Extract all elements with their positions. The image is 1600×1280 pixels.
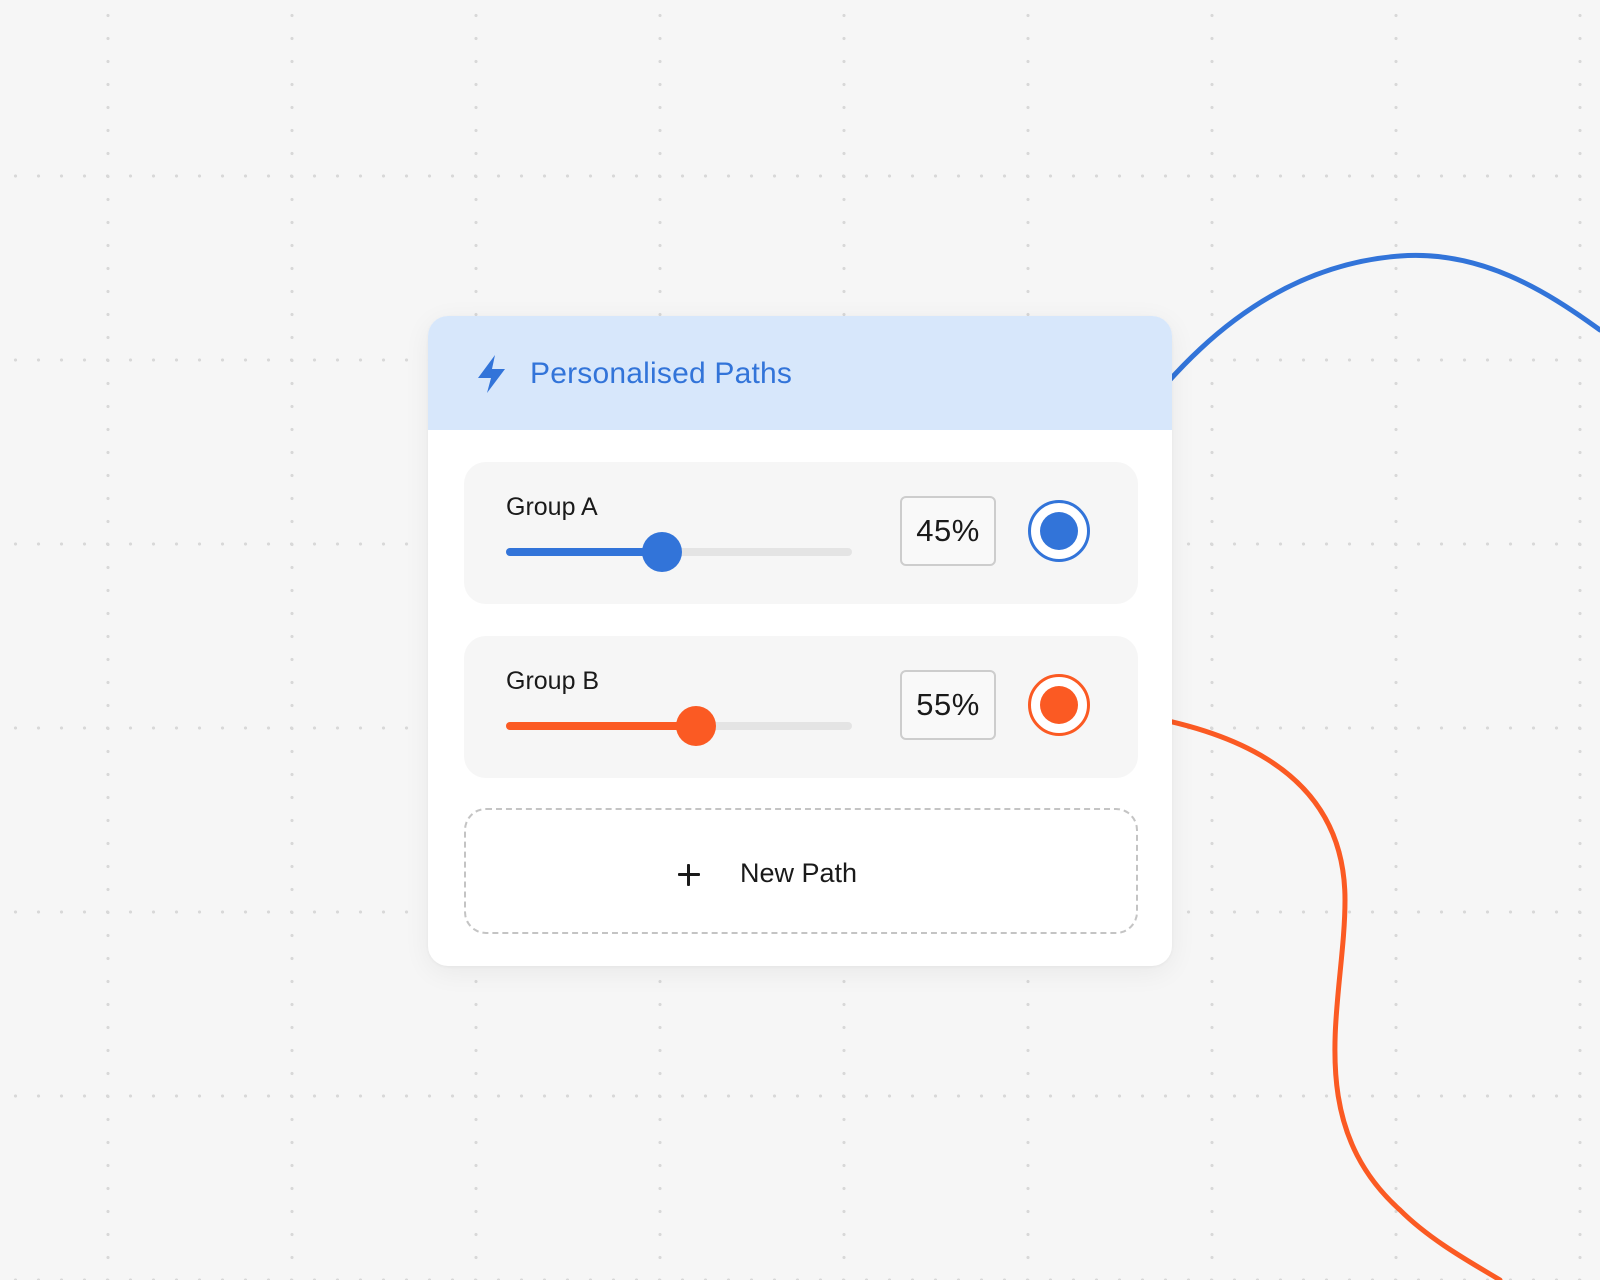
- group-a-output-port[interactable]: [1028, 500, 1090, 562]
- slider-fill: [506, 722, 696, 730]
- group-a-slider[interactable]: [506, 532, 852, 572]
- group-b-slider[interactable]: [506, 706, 852, 746]
- group-b-output-port[interactable]: [1028, 674, 1090, 736]
- percent-input[interactable]: 45%: [900, 496, 996, 566]
- group-row: Group B 55%: [464, 636, 1138, 778]
- new-path-button[interactable]: New Path: [464, 808, 1138, 934]
- node-header[interactable]: Personalised Paths: [428, 316, 1172, 430]
- port-dot: [1040, 686, 1078, 724]
- plus-icon: [678, 864, 700, 886]
- slider-thumb[interactable]: [642, 532, 682, 572]
- node-title: Personalised Paths: [530, 357, 793, 390]
- lightning-bolt-icon: [478, 355, 505, 393]
- group-label: Group B: [506, 667, 600, 695]
- group-label: Group A: [506, 493, 598, 521]
- slider-thumb[interactable]: [676, 706, 716, 746]
- port-dot: [1040, 512, 1078, 550]
- personalised-paths-node[interactable]: Personalised Paths Group A 45% Group B 5…: [428, 316, 1172, 966]
- slider-fill: [506, 548, 662, 556]
- new-path-label: New Path: [740, 858, 858, 888]
- percent-input[interactable]: 55%: [900, 670, 996, 740]
- group-row: Group A 45%: [464, 462, 1138, 604]
